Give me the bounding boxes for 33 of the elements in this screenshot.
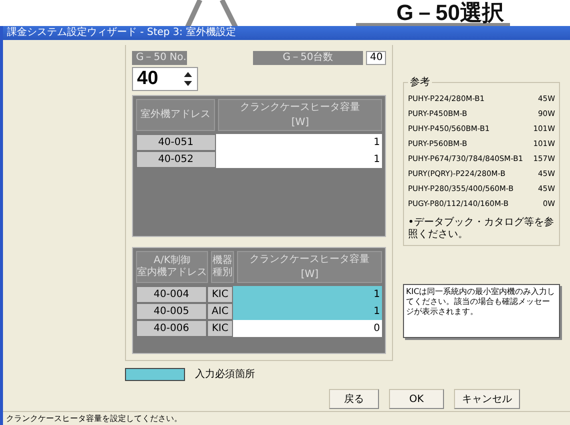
address-cell: 40-005 bbox=[136, 303, 207, 320]
column-header: A/K制御 室内機アドレス bbox=[136, 251, 208, 284]
column-header: クランクケースヒータ容量 [W] bbox=[218, 99, 382, 131]
column-header: 室外機アドレス bbox=[136, 99, 216, 131]
capacity-input[interactable]: 1 bbox=[233, 303, 382, 320]
spinner-arrows-icon[interactable] bbox=[183, 71, 193, 87]
column-header: クランクケースヒータ容量 [W] bbox=[237, 251, 382, 284]
window-title: 課金システム設定ウィザード - Step 3: 室外機設定 bbox=[3, 26, 570, 40]
g50-count-value: 40 bbox=[366, 51, 386, 65]
address-cell: 40-004 bbox=[136, 286, 207, 304]
address-cell: 40-051 bbox=[136, 134, 216, 151]
g50-count-label: G－50台数 bbox=[253, 51, 363, 65]
dialog-button[interactable]: 戻る bbox=[329, 389, 379, 409]
status-bar: クランクケースヒータ容量を設定してください。 bbox=[3, 411, 570, 425]
dialog-button[interactable]: キャンセル bbox=[454, 389, 520, 409]
capacity-input[interactable]: 0 bbox=[233, 320, 382, 338]
column-header: 機器 種別 bbox=[211, 251, 234, 284]
type-cell: KIC bbox=[206, 320, 234, 338]
capacity-input[interactable]: 1 bbox=[216, 151, 382, 168]
type-cell: AIC bbox=[206, 303, 234, 320]
capacity-input[interactable]: 1 bbox=[216, 134, 382, 151]
type-cell: KIC bbox=[206, 286, 234, 304]
legend-swatch bbox=[125, 368, 185, 380]
capacity-input[interactable]: 1 bbox=[233, 286, 382, 304]
reference-title: 参考 bbox=[409, 76, 431, 89]
reference-note: •データブック・カタログ等を参照ください。 bbox=[408, 217, 555, 241]
g50-no-label: G－50 No. bbox=[132, 51, 187, 65]
address-cell: 40-052 bbox=[136, 151, 216, 168]
address-cell: 40-006 bbox=[136, 320, 207, 338]
dialog-button[interactable]: OK bbox=[389, 389, 444, 409]
message-box: KICは同一系統内の最小室内機のみ入力してください。該当の場合も確認メッセージが表示されます。 bbox=[403, 284, 560, 338]
g50-number-spinner[interactable]: 40 bbox=[132, 67, 198, 91]
legend-label: 入力必須箇所 bbox=[195, 368, 255, 381]
